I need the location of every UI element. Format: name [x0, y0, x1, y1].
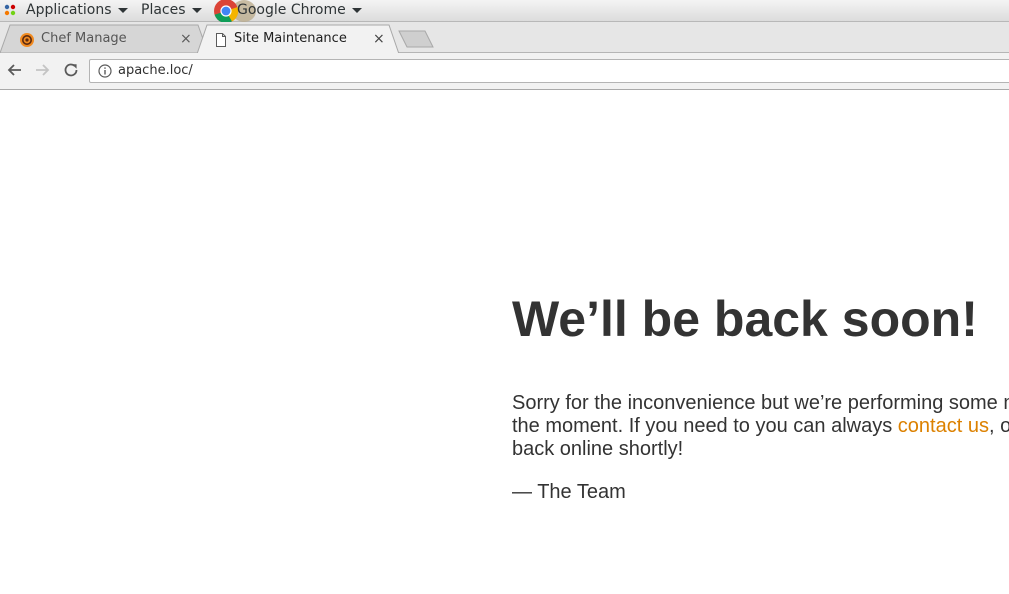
page-heading: We’ll be back soon!: [512, 291, 978, 347]
address-bar[interactable]: apache.loc/: [89, 59, 1009, 83]
applications-icon: [4, 4, 16, 16]
reload-icon[interactable]: [62, 61, 80, 79]
chevron-down-icon: [351, 8, 362, 13]
maintenance-message: Sorry for the inconvenience but we’re pe…: [512, 392, 1009, 461]
browser-toolbar: apache.loc/: [0, 53, 1009, 90]
chevron-down-icon: [117, 8, 128, 13]
forward-arrow-icon[interactable]: [33, 61, 51, 79]
places-menu[interactable]: Places: [141, 0, 202, 21]
chef-favicon-icon: [20, 33, 34, 47]
applications-menu-label: Applications: [26, 2, 112, 18]
tab-chef-manage[interactable]: Chef Manage ×: [0, 24, 210, 53]
back-arrow-icon[interactable]: [6, 61, 24, 79]
info-icon[interactable]: [98, 64, 112, 78]
close-tab-icon[interactable]: ×: [373, 31, 385, 47]
contact-us-link[interactable]: contact us: [898, 415, 989, 437]
applications-menu[interactable]: Applications: [26, 0, 128, 21]
chrome-logo-icon: [214, 0, 239, 24]
system-top-panel: Applications Places Google Chrome: [0, 0, 1009, 24]
close-tab-icon[interactable]: ×: [180, 31, 192, 47]
page-icon: [216, 33, 226, 47]
tab-title: Site Maintenance: [234, 31, 347, 46]
page-viewport: We’ll be back soon! Sorry for the inconv…: [0, 90, 1009, 594]
google-chrome-menu-label: Google Chrome: [237, 2, 346, 18]
signature: — The Team: [512, 481, 626, 503]
chevron-down-icon: [191, 8, 202, 13]
new-tab-button[interactable]: [398, 30, 434, 48]
url-text[interactable]: apache.loc/: [118, 63, 193, 79]
places-menu-label: Places: [141, 2, 186, 18]
maintenance-article: We’ll be back soon! Sorry for the inconv…: [512, 290, 1009, 504]
tab-strip: Chef Manage × Site Maintenance ×: [0, 22, 1009, 54]
tab-title: Chef Manage: [41, 31, 127, 46]
tab-site-maintenance[interactable]: Site Maintenance ×: [197, 24, 401, 54]
google-chrome-menu[interactable]: Google Chrome: [237, 0, 362, 21]
